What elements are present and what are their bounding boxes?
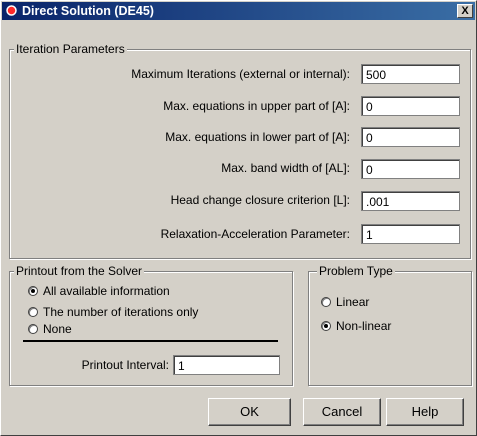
printout-interval-label: Printout Interval: <box>81 358 169 372</box>
max-eq-lower-input[interactable] <box>361 127 460 147</box>
linear-option[interactable]: Linear <box>321 295 369 309</box>
printout-all-label: All available information <box>43 284 170 298</box>
head-change-criterion-input[interactable] <box>361 191 460 211</box>
dialog-window: Direct Solution (DE45) X Iteration Param… <box>0 0 477 436</box>
app-icon <box>6 5 17 16</box>
head-change-criterion-label: Head change closure criterion [L]: <box>170 193 350 207</box>
printout-all-option[interactable]: All available information <box>28 284 170 298</box>
nonlinear-label: Non-linear <box>336 319 392 333</box>
linear-label: Linear <box>336 295 370 309</box>
title-bar[interactable]: Direct Solution (DE45) X <box>2 2 475 20</box>
printout-none-label: None <box>43 322 72 336</box>
close-button[interactable]: X <box>457 4 473 18</box>
ok-button[interactable]: OK <box>208 398 291 426</box>
printout-all-radio[interactable] <box>28 286 38 296</box>
max-eq-upper-input[interactable] <box>361 96 460 116</box>
printout-iterations-option[interactable]: The number of iterations only <box>28 305 198 319</box>
printout-separator <box>23 340 278 342</box>
max-iterations-input[interactable] <box>361 64 460 84</box>
linear-radio[interactable] <box>321 297 331 307</box>
iteration-parameters-legend: Iteration Parameters <box>14 42 127 56</box>
cancel-button[interactable]: Cancel <box>303 398 381 426</box>
max-eq-upper-label: Max. equations in upper part of [A]: <box>163 99 350 113</box>
close-icon: X <box>461 5 469 17</box>
help-button[interactable]: Help <box>386 398 464 426</box>
max-band-width-label: Max. band width of [AL]: <box>221 161 350 175</box>
printout-legend: Printout from the Solver <box>14 264 145 278</box>
problem-type-legend: Problem Type <box>317 264 395 278</box>
window-title: Direct Solution (DE45) <box>22 4 154 18</box>
max-eq-lower-label: Max. equations in lower part of [A]: <box>165 130 350 144</box>
nonlinear-option[interactable]: Non-linear <box>321 319 391 333</box>
printout-interval-input[interactable] <box>173 355 280 375</box>
relaxation-parameter-input[interactable] <box>361 224 460 244</box>
nonlinear-radio[interactable] <box>321 321 331 331</box>
printout-iterations-radio[interactable] <box>28 307 38 317</box>
printout-none-option[interactable]: None <box>28 322 72 336</box>
max-band-width-input[interactable] <box>361 159 460 179</box>
max-iterations-label: Maximum Iterations (external or internal… <box>131 67 350 81</box>
printout-iterations-label: The number of iterations only <box>43 305 199 319</box>
printout-none-radio[interactable] <box>28 324 38 334</box>
relaxation-parameter-label: Relaxation-Acceleration Parameter: <box>160 227 350 241</box>
